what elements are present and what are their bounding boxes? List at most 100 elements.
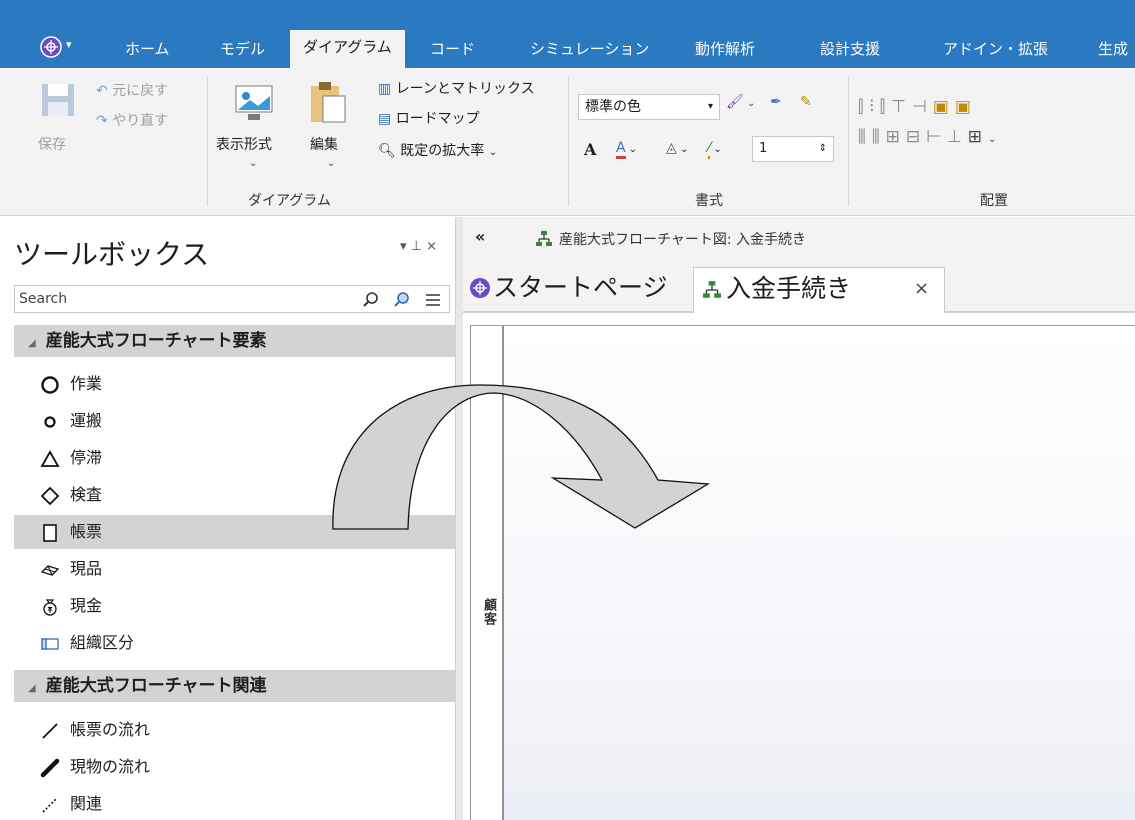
tab-generate[interactable]: 生成 [1098, 36, 1128, 68]
tool-item-label: 組織区分 [70, 633, 135, 652]
tool-item-inspection[interactable]: 検査 [14, 478, 455, 512]
space-vertical-icon[interactable]: ⫼ [872, 127, 886, 147]
undo-icon: ↶ [96, 83, 108, 99]
paint-button[interactable]: ✎ [800, 94, 812, 110]
tool-item-label: 現品 [70, 559, 103, 578]
tab-simulation[interactable]: シミュレーション [530, 36, 649, 68]
section-connectors-label: 産能大式フローチャート関連 [45, 676, 267, 696]
large-circle-icon [41, 376, 59, 394]
fit-icon[interactable]: ⊥ [947, 127, 968, 147]
app-logo-icon [40, 36, 62, 58]
tool-item-org-partition[interactable]: 組織区分 [14, 626, 455, 660]
toolbox-section-elements[interactable]: ◢ 産能大式フローチャート要素 [14, 325, 455, 357]
tool-item-label: 現物の流れ [70, 757, 151, 776]
fill-color-dropdown-icon: ⌄ [676, 144, 689, 155]
tab-design-support[interactable]: 設計支援 [820, 36, 880, 68]
align-top-icon[interactable]: ⊤ [891, 97, 912, 117]
layout-group-label: 配置 [980, 193, 1008, 209]
app-menu-caret-icon: ▾ [66, 38, 72, 51]
distribute-icon[interactable]: ⊢ [926, 127, 947, 147]
tab-diagram[interactable]: ダイアグラム [290, 30, 405, 68]
fill-color-button[interactable]: ◬ ⌄ [666, 140, 688, 156]
alignment-toolbar[interactable]: ⫿⫶⫿⊤⊣▣▣ ⫼⫼⊞⊟⊢⊥⊞⌄ [858, 92, 1135, 152]
undo-button[interactable]: ↶ 元に戻す [96, 80, 168, 100]
font-button[interactable]: A [584, 140, 596, 159]
grid-dropdown-icon[interactable]: ⌄ [988, 134, 1002, 145]
color-combo[interactable]: 標準の色 ▾ [578, 94, 720, 120]
redo-icon: ↷ [96, 113, 108, 129]
app-menu-button[interactable]: ▾ [40, 36, 80, 60]
pen-button[interactable]: ✒︎ [770, 94, 782, 110]
tool-item-label: 現金 [70, 596, 103, 615]
tab-home[interactable]: ホーム [125, 36, 170, 68]
toolbox-search-input[interactable] [15, 286, 335, 312]
tool-item-association[interactable]: 関連 [14, 787, 455, 820]
tab-code[interactable]: コード [430, 36, 475, 68]
ribbon-separator [207, 76, 208, 206]
align-right-icon[interactable]: ⫿ [880, 97, 891, 117]
edit-icon [311, 82, 346, 123]
line-icon [42, 723, 58, 739]
same-height-icon[interactable]: ⊟ [906, 127, 926, 147]
display-format-icon [235, 85, 273, 120]
same-width-icon[interactable]: ⊞ [886, 127, 906, 147]
tool-item-label: 関連 [70, 794, 103, 813]
hamburger-menu-icon[interactable] [423, 290, 443, 310]
edit-button[interactable]: 編集 [310, 134, 338, 154]
line-width-value: 1 [759, 141, 768, 156]
tool-item-goods-flow[interactable]: 現物の流れ [14, 750, 455, 784]
ribbon-tab-bar: ▾ ホーム モデル ダイアグラム コード シミュレーション 動作解析 設計支援 … [0, 0, 1135, 68]
tool-item-form[interactable]: 帳票 [14, 515, 455, 549]
font-color-button[interactable]: A ⌄ [616, 140, 637, 159]
toolbox-section-connectors[interactable]: ◢ 産能大式フローチャート関連 [14, 670, 455, 702]
tab-analysis[interactable]: 動作解析 [695, 36, 755, 68]
save-button[interactable]: 保存 [38, 134, 66, 154]
send-back-icon[interactable]: ▣ [955, 97, 977, 117]
tab-deposit-procedure-label: 入金手続き [726, 274, 852, 303]
format-brush-icon: 🖌︎ [726, 94, 744, 110]
tab-model[interactable]: モデル [220, 36, 265, 68]
default-zoom-button[interactable]: 🔍︎ 既定の拡大率 ⌄ [378, 140, 497, 160]
line-width-spinner[interactable]: 1 ⇕ [752, 136, 834, 162]
grid-icon[interactable]: ⊞ [968, 127, 988, 147]
diamond-icon [40, 486, 60, 506]
tool-item-label: 帳票の流れ [70, 720, 151, 739]
space-horizontal-icon[interactable]: ⫼ [858, 127, 872, 147]
tool-item-label: 作業 [70, 374, 103, 393]
display-format-button[interactable]: 表示形式 [216, 134, 272, 154]
swimlane-header[interactable]: 顧客 [470, 326, 504, 820]
tool-item-work[interactable]: 作業 [14, 367, 455, 401]
search-options-icon[interactable] [392, 290, 412, 310]
lanes-matrix-button[interactable]: ▥ レーンとマトリックス [378, 78, 535, 98]
bring-front-icon[interactable]: ▣ [933, 97, 955, 117]
default-zoom-label: 既定の拡大率 [400, 143, 485, 159]
font-icon: A [584, 140, 597, 159]
roadmap-button[interactable]: ▤ ロードマップ [378, 108, 480, 128]
tool-item-goods[interactable]: 現品 [14, 552, 455, 586]
tool-item-money[interactable]: 現金 [14, 589, 455, 623]
collapse-panel-button[interactable]: « [475, 227, 485, 246]
tool-item-transport[interactable]: 運搬 [14, 404, 455, 438]
close-tab-icon[interactable]: × [914, 268, 929, 310]
tab-deposit-procedure[interactable]: 入金手続き × [693, 267, 945, 313]
line-color-dropdown-icon: ⌄ [710, 144, 722, 155]
line-color-button[interactable]: ⁄ ⌄ [708, 140, 722, 159]
align-middle-icon[interactable]: ⊣ [912, 97, 933, 117]
ribbon-separator [848, 76, 849, 206]
tool-item-form-flow[interactable]: 帳票の流れ [14, 713, 455, 747]
tool-item-stagnation[interactable]: 停滞 [14, 441, 455, 475]
undo-label: 元に戻す [112, 83, 169, 99]
tab-addins[interactable]: アドイン・拡張 [943, 36, 1048, 68]
swimlane-label: 顧客 [481, 598, 496, 626]
search-icon[interactable] [361, 290, 381, 310]
panel-splitter[interactable] [455, 217, 463, 820]
redo-button[interactable]: ↷ やり直す [96, 110, 168, 130]
align-center-icon[interactable]: ⫶ [869, 97, 879, 117]
toolbox-search-box[interactable] [14, 285, 450, 313]
toolbox-window-controls[interactable]: ▾ ⊥ × [400, 239, 437, 254]
format-painter-button[interactable]: 🖌︎ ⌄ [726, 94, 755, 110]
format-group-label: 書式 [695, 193, 723, 209]
tab-start-page[interactable]: スタートページ [467, 267, 689, 313]
align-left-icon[interactable]: ⫿ [858, 97, 869, 117]
diagram-canvas[interactable]: 顧客 [470, 325, 1135, 820]
